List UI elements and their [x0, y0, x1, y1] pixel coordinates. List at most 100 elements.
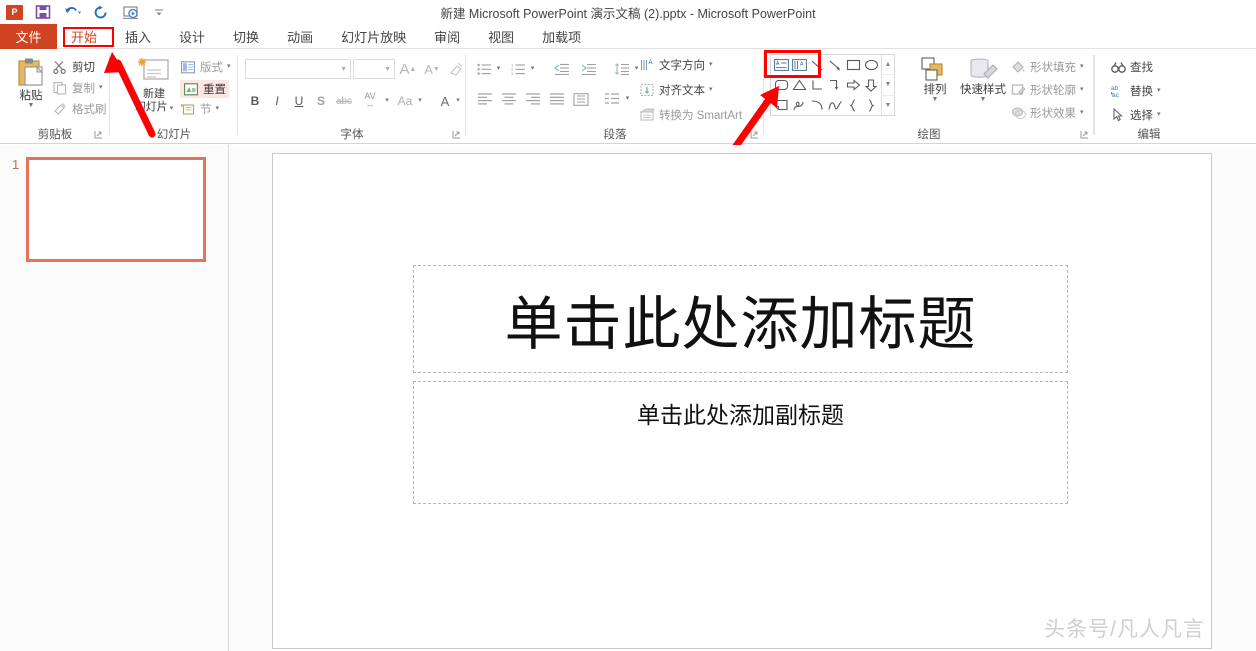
align-text-button[interactable]: 对齐文本 ▾: [639, 82, 713, 98]
oval-icon[interactable]: [862, 55, 880, 75]
slide-canvas[interactable]: 单击此处添加标题 单击此处添加副标题 头条号/凡人凡言: [272, 153, 1212, 649]
text-shadow-button[interactable]: S: [312, 91, 330, 111]
folded-corner-icon[interactable]: [772, 95, 790, 115]
shape-effects-button[interactable]: 形状效果 ▾: [1010, 105, 1084, 121]
align-left-button[interactable]: [474, 89, 496, 109]
curve-icon[interactable]: [826, 95, 844, 115]
justify-icon: [549, 93, 565, 105]
format-painter-button[interactable]: 格式刷: [52, 101, 107, 117]
paragraph-dialog-launcher[interactable]: [749, 129, 760, 140]
decrease-indent-button[interactable]: [551, 59, 573, 79]
shapes-more-icon[interactable]: ▼: [882, 96, 894, 115]
align-center-button[interactable]: [498, 89, 520, 109]
underline-button[interactable]: U: [290, 91, 308, 111]
shape-outline-button[interactable]: 形状轮廓 ▾: [1010, 82, 1084, 98]
replace-button[interactable]: ab ac 替换 ▾: [1110, 83, 1161, 99]
tab-transitions[interactable]: 切换: [219, 24, 273, 49]
section-button[interactable]: 节 ▾: [180, 101, 219, 117]
font-size-combo[interactable]: ▼: [353, 59, 395, 79]
tab-animations[interactable]: 动画: [273, 24, 327, 49]
tab-design[interactable]: 设计: [165, 24, 219, 49]
tab-file[interactable]: 文件: [0, 24, 57, 49]
tab-review[interactable]: 审阅: [420, 24, 474, 49]
triangle-icon[interactable]: [790, 75, 808, 95]
numbering-button[interactable]: 1 2 3: [508, 59, 528, 79]
quick-styles-button[interactable]: 快速样式 ▼: [960, 57, 1006, 103]
arrange-button[interactable]: 排列 ▼: [915, 57, 955, 103]
line-spacing-button[interactable]: [611, 59, 633, 79]
text-box-vertical-icon[interactable]: A: [790, 55, 808, 75]
tab-insert[interactable]: 插入: [111, 24, 165, 49]
font-color-button[interactable]: A: [436, 91, 454, 111]
arrow-line-icon[interactable]: [826, 55, 844, 75]
rounded-rectangle-icon[interactable]: [772, 75, 790, 95]
quick-styles-caret-icon[interactable]: ▼: [980, 97, 987, 103]
font-color-caret-icon[interactable]: ▾: [453, 91, 463, 111]
bullets-button[interactable]: [474, 59, 494, 79]
font-name-combo[interactable]: ▼: [245, 59, 351, 79]
right-brace-icon[interactable]: [862, 95, 880, 115]
bullets-caret-icon[interactable]: ▾: [494, 59, 503, 79]
change-case-caret-icon[interactable]: ▾: [416, 91, 424, 111]
paste-button[interactable]: 粘贴 ▼: [8, 57, 54, 109]
copy-button[interactable]: 复制 ▾: [52, 80, 103, 96]
shrink-font-button[interactable]: A▼: [422, 59, 442, 79]
elbow-connector-icon[interactable]: [808, 75, 826, 95]
select-button[interactable]: 选择 ▾: [1110, 107, 1161, 123]
text-box-horizontal-icon[interactable]: A: [772, 55, 790, 75]
tab-view[interactable]: 视图: [474, 24, 528, 49]
arrange-caret-icon[interactable]: ▼: [932, 97, 939, 103]
font-size-caret-icon[interactable]: ▼: [384, 66, 391, 73]
convert-to-smartart-button[interactable]: 转换为 SmartArt: [639, 107, 742, 123]
clipboard-dialog-launcher[interactable]: [93, 129, 104, 140]
section-caret-icon: ▾: [216, 106, 220, 112]
shapes-scroll-up-icon[interactable]: ▲: [882, 55, 894, 75]
character-spacing-caret-icon[interactable]: ▾: [383, 91, 391, 111]
slide-thumbnail-1[interactable]: [26, 157, 206, 262]
subtitle-placeholder[interactable]: 单击此处添加副标题: [413, 381, 1068, 504]
shapes-scroll-down-icon[interactable]: ▼: [882, 75, 894, 95]
character-spacing-button[interactable]: AV ↔: [357, 89, 383, 111]
strikethrough-button[interactable]: abc: [333, 91, 355, 111]
columns-button[interactable]: [601, 89, 623, 109]
find-button[interactable]: 查找: [1110, 59, 1153, 75]
grow-font-button[interactable]: A▲: [398, 59, 418, 79]
drawing-dialog-launcher[interactable]: [1079, 129, 1090, 140]
font-dialog-launcher[interactable]: [451, 129, 462, 140]
tab-home[interactable]: 开始: [57, 24, 111, 49]
right-arrow-block-icon[interactable]: [844, 75, 862, 95]
new-slide-button[interactable]: 新建 幻灯片 ▾: [126, 57, 182, 114]
line-icon[interactable]: [808, 55, 826, 75]
font-name-caret-icon[interactable]: ▼: [340, 66, 347, 73]
numbering-caret-icon[interactable]: ▾: [528, 59, 537, 79]
arc-icon[interactable]: [808, 95, 826, 115]
down-arrow-block-icon[interactable]: [862, 75, 880, 95]
italic-button[interactable]: I: [268, 91, 286, 111]
new-slide-caret-icon[interactable]: ▾: [168, 105, 173, 112]
justify-button[interactable]: [546, 89, 568, 109]
tab-slideshow[interactable]: 幻灯片放映: [327, 24, 420, 49]
cut-button[interactable]: 剪切: [52, 59, 95, 75]
paste-caret-icon[interactable]: ▼: [28, 103, 35, 109]
scribble-icon[interactable]: [790, 95, 808, 115]
reset-button[interactable]: 重置: [180, 80, 229, 98]
clear-formatting-button[interactable]: [447, 59, 465, 79]
left-brace-icon[interactable]: [844, 95, 862, 115]
bold-button[interactable]: B: [246, 91, 264, 111]
shapes-gallery-scrollbar[interactable]: ▲ ▼ ▼: [881, 55, 894, 115]
shapes-gallery[interactable]: A A: [770, 54, 895, 116]
slide-thumbnail-pane[interactable]: 1: [0, 145, 229, 651]
tab-addins[interactable]: 加载项: [528, 24, 595, 49]
new-slide-icon: [137, 57, 171, 87]
align-right-button[interactable]: [522, 89, 544, 109]
columns-caret-icon[interactable]: ▾: [623, 89, 632, 109]
rectangle-icon[interactable]: [844, 55, 862, 75]
shape-fill-button[interactable]: 形状填充 ▾: [1010, 59, 1084, 75]
text-direction-button[interactable]: A 文字方向 ▾: [639, 57, 713, 73]
increase-indent-button[interactable]: [578, 59, 600, 79]
distribute-columns-button[interactable]: [570, 89, 592, 109]
change-case-button[interactable]: Aa: [394, 91, 416, 111]
title-placeholder[interactable]: 单击此处添加标题: [413, 265, 1068, 373]
layout-button[interactable]: 版式 ▾: [180, 59, 231, 75]
elbow-arrow-connector-icon[interactable]: [826, 75, 844, 95]
